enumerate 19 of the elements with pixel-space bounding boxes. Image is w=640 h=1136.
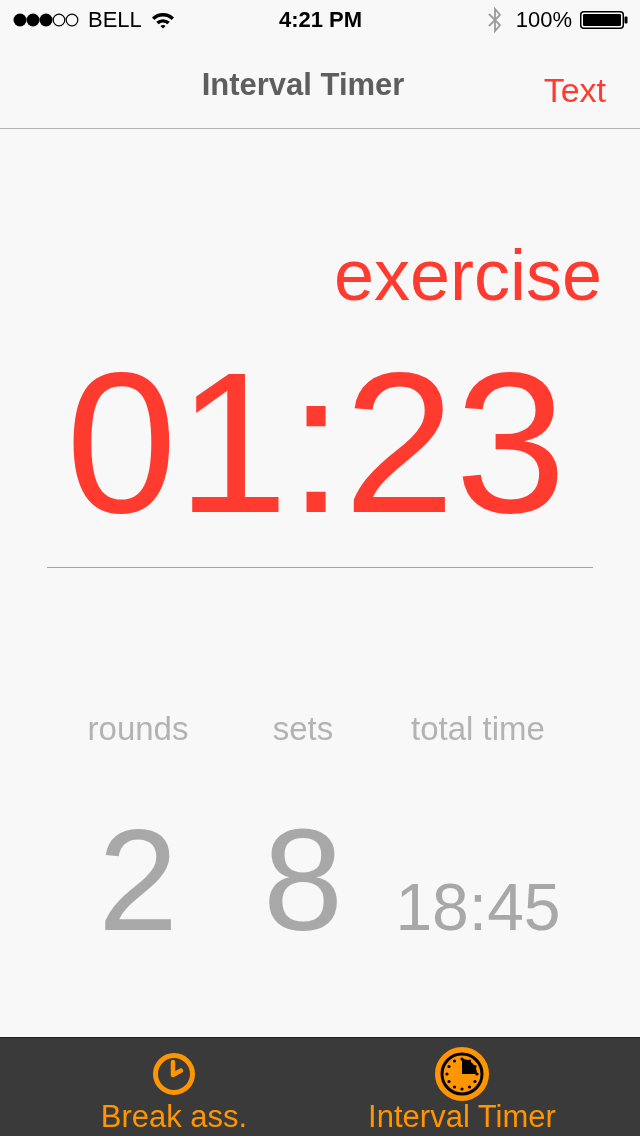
text-button[interactable]: Text — [543, 73, 606, 107]
phase-label: exercise — [333, 239, 602, 311]
stat-value: 18:45 — [395, 874, 561, 940]
countdown-time: 01:23 — [65, 343, 567, 543]
tab-button[interactable]: Interval Timer — [318, 1038, 606, 1136]
signal-strength-icon — [13, 13, 79, 27]
battery-percentage: 100% — [515, 9, 572, 31]
stat-label: total time — [411, 712, 545, 745]
carrier-name: BELL — [88, 9, 142, 31]
wifi-icon — [150, 11, 175, 29]
stat-value: 2 — [97, 809, 179, 953]
bluetooth-icon — [487, 7, 502, 33]
status-time: 4:21 PM — [278, 9, 363, 31]
stat-label: rounds — [87, 712, 189, 745]
battery-icon — [580, 11, 628, 29]
stat-value: 8 — [262, 809, 344, 953]
tab-button[interactable]: Break ass. — [30, 1038, 318, 1136]
stat-label: sets — [272, 712, 334, 745]
nav-title: Interval Timer — [201, 68, 405, 100]
